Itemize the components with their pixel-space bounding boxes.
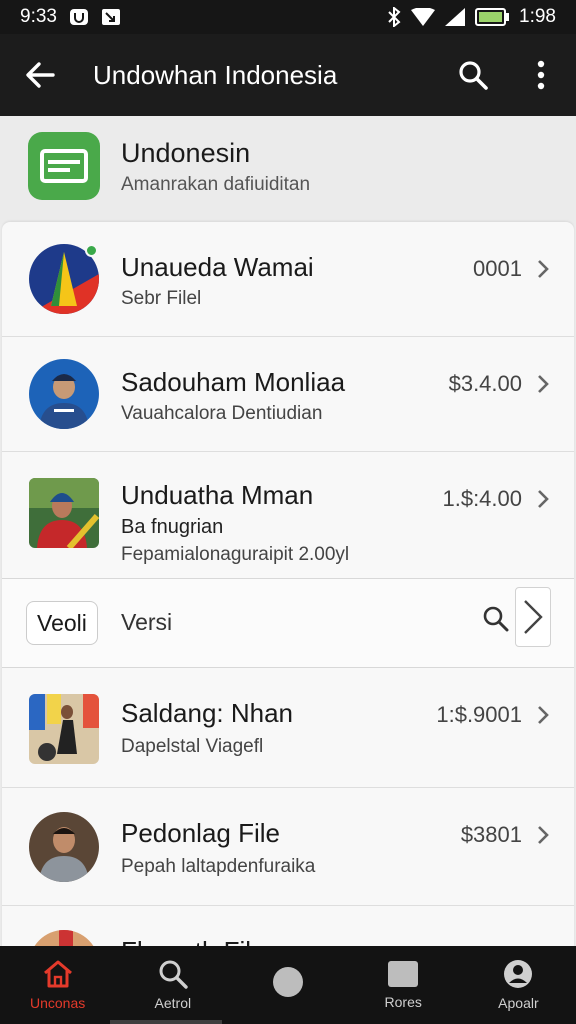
page-title: Undowhan Indonesia bbox=[93, 59, 338, 90]
item-title: Saldang: Nhan bbox=[121, 698, 294, 728]
header-title: Undonesin bbox=[121, 138, 251, 168]
avatar bbox=[29, 478, 99, 548]
square-icon bbox=[388, 961, 419, 987]
item-price: 1:$.9001 bbox=[436, 702, 522, 727]
bluetooth-icon bbox=[387, 7, 401, 27]
version-bar: Veoli Versi bbox=[2, 578, 574, 668]
more-options-button[interactable] bbox=[506, 34, 576, 116]
item-subtitle: Ba fnugrian bbox=[121, 516, 224, 538]
list-item[interactable]: Sadouham Monliaa Vauahcalora Dentiudian … bbox=[2, 337, 574, 452]
nav-label: Apoalr bbox=[498, 995, 539, 1011]
status-bar: 9:33 1:98 bbox=[0, 0, 576, 34]
bottom-navigation: Unconas Aetrol Rores Apoalr bbox=[0, 946, 576, 1024]
item-subtitle: Pepah laltapdenfuraika bbox=[121, 856, 316, 877]
chevron-right-icon bbox=[538, 375, 549, 393]
search-icon bbox=[459, 61, 488, 90]
item-title: Pedonlag File bbox=[121, 818, 280, 848]
item-detail: Fepamialonaguraipit 2.00yl bbox=[121, 544, 350, 565]
header-subtitle: Amanrakan dafiuiditan bbox=[121, 174, 311, 195]
file-list: Unaueda Wamai Sebr Filel 0001 Sadouham M… bbox=[2, 222, 574, 952]
item-price: 1.$:4.00 bbox=[442, 486, 522, 511]
item-subtitle: Vauahcalora Dentiudian bbox=[121, 403, 323, 424]
item-price: $3801 bbox=[460, 822, 522, 847]
item-subtitle: Sebr Filel bbox=[121, 288, 202, 309]
online-dot bbox=[85, 244, 98, 257]
account-icon bbox=[504, 960, 533, 988]
search-icon[interactable] bbox=[482, 605, 510, 633]
list-item[interactable]: Unaueda Wamai Sebr Filel 0001 bbox=[2, 222, 574, 337]
item-price: 0001 bbox=[473, 256, 522, 281]
arrow-left-icon bbox=[26, 62, 55, 88]
nav-center[interactable] bbox=[230, 946, 345, 1024]
more-vert-icon bbox=[537, 60, 545, 90]
battery-icon bbox=[475, 8, 510, 26]
nav-account[interactable]: Apoalr bbox=[461, 946, 576, 1024]
next-button[interactable] bbox=[515, 587, 551, 647]
item-title: Sadouham Monliaa bbox=[121, 367, 346, 397]
nav-indicator bbox=[110, 1020, 222, 1024]
search-icon bbox=[159, 960, 188, 989]
avatar bbox=[29, 812, 99, 882]
chevron-right-icon bbox=[538, 826, 549, 844]
nav-label: Unconas bbox=[29, 995, 86, 1011]
chevron-right-icon bbox=[538, 490, 549, 508]
chevron-right-icon bbox=[524, 600, 543, 634]
nav-rores[interactable]: Rores bbox=[346, 946, 461, 1024]
download-icon bbox=[101, 8, 121, 26]
notification-icon bbox=[69, 8, 89, 26]
home-icon bbox=[43, 960, 72, 988]
signal-icon bbox=[445, 8, 466, 26]
list-item[interactable]: Unduatha Mman Ba fnugrian Fepamialonagur… bbox=[2, 452, 574, 578]
nav-label: Aetrol bbox=[154, 995, 192, 1011]
item-title: Unduatha Mman bbox=[121, 480, 314, 510]
item-title: Unaueda Wamai bbox=[121, 252, 314, 282]
back-button[interactable] bbox=[0, 34, 80, 116]
nav-home[interactable]: Unconas bbox=[0, 946, 115, 1024]
version-chip[interactable]: Veoli bbox=[26, 601, 98, 645]
list-item[interactable]: Pedonlag File Pepah laltapdenfuraika $38… bbox=[2, 788, 574, 906]
avatar bbox=[29, 694, 99, 764]
item-price: $3.4.00 bbox=[448, 371, 522, 396]
version-label: Versi bbox=[121, 609, 173, 635]
list-item[interactable]: Saldang: Nhan Dapelstal Viagefl 1:$.9001 bbox=[2, 668, 574, 788]
chevron-right-icon bbox=[538, 260, 549, 278]
nav-label: Rores bbox=[384, 994, 422, 1010]
status-battery-time: 1:98 bbox=[519, 6, 556, 27]
nav-search[interactable]: Aetrol bbox=[115, 946, 230, 1024]
wifi-icon bbox=[411, 8, 436, 26]
green-card-icon bbox=[28, 132, 100, 200]
chevron-right-icon bbox=[538, 706, 549, 724]
app-bar: Undowhan Indonesia bbox=[0, 34, 576, 116]
app-header: Undonesin Amanrakan dafiuiditan bbox=[0, 116, 576, 224]
status-time: 9:33 bbox=[20, 6, 57, 27]
avatar bbox=[29, 359, 99, 429]
circle-icon bbox=[273, 967, 303, 997]
item-subtitle: Dapelstal Viagefl bbox=[121, 736, 264, 757]
search-button[interactable] bbox=[440, 34, 506, 116]
